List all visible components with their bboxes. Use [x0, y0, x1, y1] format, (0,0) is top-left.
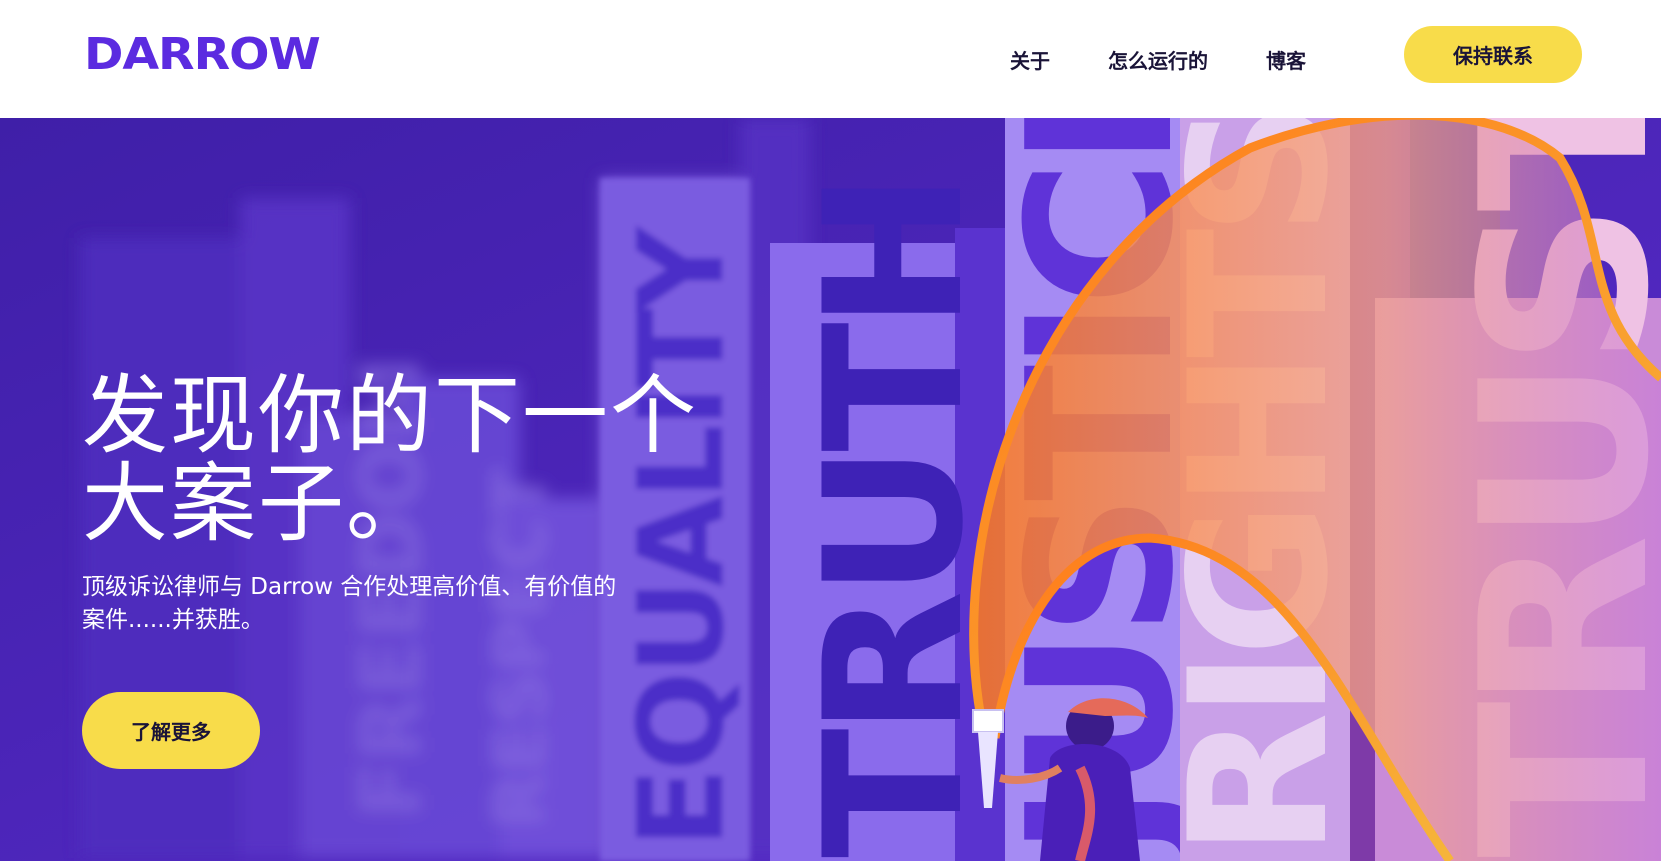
nav-item-blog[interactable]: 博客: [1266, 45, 1306, 74]
hero-section: FREEDOM RESPECT EQUALITY TRUTH JUSTICE R…: [0, 118, 1661, 861]
site-header: DARROW 关于 怎么运行的 博客 保持联系: [0, 0, 1661, 118]
nav-item-how-it-works[interactable]: 怎么运行的: [1108, 45, 1208, 74]
contact-button[interactable]: 保持联系: [1404, 26, 1582, 83]
learn-more-button[interactable]: 了解更多: [82, 692, 260, 769]
hero-title-line2: 大案子。: [82, 454, 434, 554]
hero-title: 发现你的下一个 大案子。: [82, 372, 722, 548]
hero-title-line1: 发现你的下一个: [82, 366, 698, 466]
svg-text:TRUTH: TRUTH: [784, 179, 1005, 858]
nav-item-about[interactable]: 关于: [1010, 45, 1050, 74]
hero-subtitle: 顶级诉讼律师与 Darrow 合作处理高价值、有价值的案件......并获胜。: [82, 574, 617, 633]
main-nav: 关于 怎么运行的 博客: [1010, 0, 1364, 118]
darrow-logo[interactable]: DARROW: [84, 31, 321, 79]
